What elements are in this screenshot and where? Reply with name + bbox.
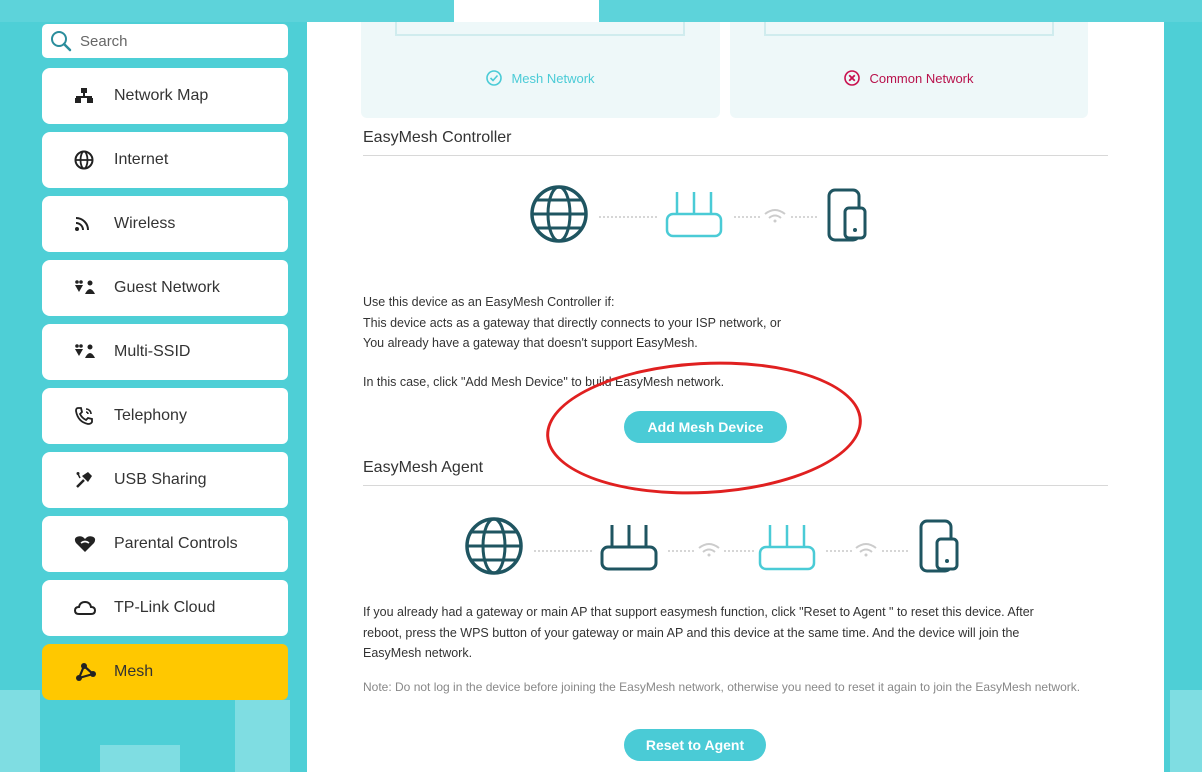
sidebar-item-tp-link-cloud[interactable]: TP-Link Cloud [42, 580, 288, 636]
search-icon [51, 31, 72, 52]
card-diagram-frame [764, 22, 1054, 36]
sidebar-item-telephony[interactable]: Telephony [42, 388, 288, 444]
common-network-label: Common Network [869, 70, 974, 86]
sidebar-item-network-map[interactable]: Network Map [42, 68, 288, 124]
agent-description-line-1: If you already had a gateway or main AP … [363, 605, 1034, 619]
controller-condition-1: This device acts as a gateway that direc… [363, 316, 782, 330]
wifi-signal-icon [764, 209, 786, 223]
usb-icon [74, 470, 110, 490]
sidebar-item-label: Mesh [114, 663, 154, 680]
sidebar-item-label: Wireless [114, 215, 176, 232]
agent-description-line-3: EasyMesh network. [363, 646, 473, 660]
cross-circle-icon [844, 70, 861, 86]
sidebar-item-parental-controls[interactable]: Parental Controls [42, 516, 288, 572]
sidebar-item-label: Telephony [114, 407, 187, 424]
client-device-icon [827, 188, 867, 242]
controller-diagram [530, 185, 867, 243]
cloud-icon [74, 600, 110, 616]
top-header-bar [0, 0, 1202, 22]
wifi-signal-icon [855, 543, 877, 557]
sidebar-item-internet[interactable]: Internet [42, 132, 288, 188]
controller-condition-2: You already have a gateway that doesn't … [363, 336, 698, 350]
card-diagram-frame [395, 22, 685, 36]
active-top-tab[interactable] [454, 0, 599, 24]
mesh-network-card[interactable]: Mesh Network [361, 22, 720, 118]
guest-network-icon [74, 280, 110, 296]
controller-section-title: EasyMesh Controller [363, 129, 512, 146]
sidebar-item-mesh[interactable]: Mesh [42, 644, 288, 700]
sidebar-item-guest-network[interactable]: Guest Network [42, 260, 288, 316]
bg-tile [1170, 690, 1202, 772]
globe-icon [465, 517, 523, 575]
globe-icon [530, 185, 588, 243]
bg-tile [235, 700, 290, 772]
agent-section-title: EasyMesh Agent [363, 459, 484, 476]
section-divider [363, 485, 1108, 486]
common-network-card[interactable]: Common Network [730, 22, 1088, 118]
agent-note: Note: Do not log in the device before jo… [363, 680, 1081, 694]
bg-tile [0, 690, 40, 772]
client-device-icon [919, 519, 959, 573]
controller-instruction: In this case, click "Add Mesh Device" to… [363, 375, 725, 389]
check-circle-icon [486, 70, 503, 86]
router-icon [758, 525, 816, 571]
sidebar-item-multi-ssid[interactable]: Multi-SSID [42, 324, 288, 380]
sidebar-item-usb-sharing[interactable]: USB Sharing [42, 452, 288, 508]
search-box[interactable] [42, 24, 288, 58]
sidebar-item-label: Internet [114, 151, 169, 168]
wifi-signal-icon [698, 543, 720, 557]
router-icon [665, 192, 723, 238]
mesh-icon [74, 663, 110, 681]
network-map-icon [74, 87, 110, 105]
sidebar-item-label: Parental Controls [114, 535, 238, 552]
telephony-icon [74, 406, 110, 426]
mesh-network-label: Mesh Network [511, 70, 595, 86]
add-mesh-device-button[interactable]: Add Mesh Device [624, 411, 787, 443]
globe-icon [74, 150, 110, 170]
sidebar-item-label: USB Sharing [114, 471, 207, 488]
bg-tile [100, 745, 180, 772]
sidebar-item-label: Network Map [114, 87, 209, 104]
gateway-router-icon [600, 525, 658, 571]
agent-description-line-2: reboot, press the WPS button of your gat… [363, 626, 1020, 640]
sidebar-item-label: Multi-SSID [114, 343, 191, 360]
parental-controls-icon [74, 535, 110, 553]
controller-intro: Use this device as an EasyMesh Controlle… [363, 295, 615, 309]
multi-ssid-icon [74, 344, 110, 360]
sidebar-item-label: Guest Network [114, 279, 220, 296]
wireless-icon [74, 216, 110, 232]
sidebar-item-label: TP-Link Cloud [114, 599, 216, 616]
reset-to-agent-button[interactable]: Reset to Agent [624, 729, 766, 761]
agent-diagram [465, 517, 959, 575]
section-divider [363, 155, 1108, 156]
main-panel: Mesh Network Common Network EasyMesh Con… [307, 22, 1164, 772]
search-input[interactable] [80, 32, 270, 50]
sidebar-item-wireless[interactable]: Wireless [42, 196, 288, 252]
